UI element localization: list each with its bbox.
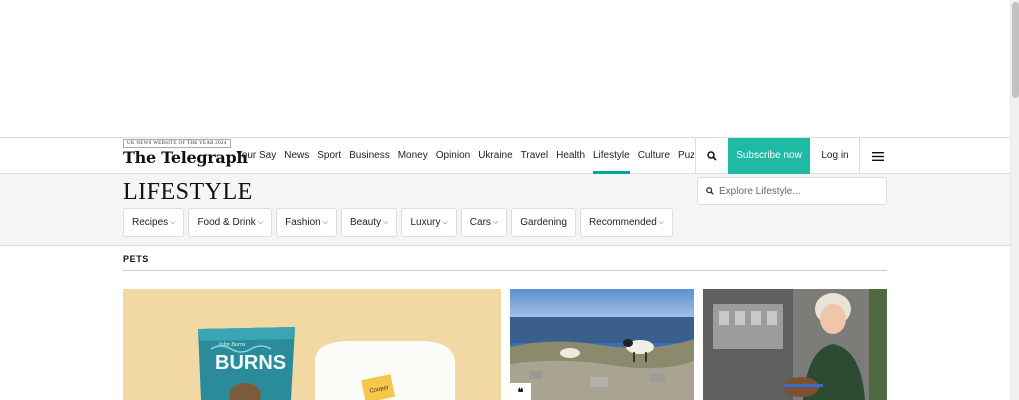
pet-food-illustration: John Burns BURNS Cooper (123, 289, 501, 400)
ad-space (0, 0, 1010, 137)
chevron-down-icon: ⌵ (257, 218, 264, 226)
divider (123, 270, 887, 271)
category-cars[interactable]: Cars ⌵ (460, 208, 508, 237)
category-label: Recipes (132, 217, 169, 228)
pet-food-image[interactable]: John Burns BURNS Cooper (123, 289, 501, 400)
chevron-down-icon: ⌵ (322, 218, 329, 226)
chevron-down-icon: ⌵ (492, 218, 499, 226)
nav-link-opinion[interactable]: Opinion (436, 138, 470, 174)
top-navigation: UK NEWS WEBSITE OF THE YEAR 2024 The Tel… (0, 137, 1010, 174)
category-beauty[interactable]: Beauty ⌵ (341, 208, 398, 237)
login-button[interactable]: Log in (810, 138, 860, 174)
scrollbar[interactable] (1010, 0, 1019, 400)
category-recipes[interactable]: Recipes ⌵ (123, 208, 185, 237)
royal-with-dog-image[interactable] (703, 289, 887, 400)
pets-heading: PETS (123, 254, 149, 264)
scrollbar-thumb[interactable] (1012, 2, 1019, 98)
chevron-down-icon: ⌵ (170, 218, 176, 226)
category-label: Food & Drink (197, 217, 256, 228)
category-label: Luxury (410, 217, 441, 228)
category-nav: Recipes ⌵ Food & Drink ⌵ Fashion ⌵ Beauty ⌵ Luxu… (123, 208, 677, 237)
category-label: Beauty (350, 217, 382, 228)
pack-brand-label: BURNS (215, 352, 286, 374)
category-food-drink[interactable]: Food & Drink ⌵ (188, 208, 273, 237)
chevron-down-icon: ⌵ (658, 218, 665, 226)
nav-link-culture[interactable]: Culture (638, 138, 670, 174)
category-label: Recommended (588, 217, 657, 228)
search-icon (707, 151, 717, 161)
sheep-landscape-image[interactable] (510, 289, 694, 400)
nav-link-business[interactable]: Business (349, 138, 390, 174)
nav-link-health[interactable]: Health (556, 138, 585, 174)
search-button[interactable] (696, 138, 728, 174)
nav-link-money[interactable]: Money (398, 138, 428, 174)
site-logo[interactable]: The Telegraph (123, 148, 248, 167)
nav-link-puzzles[interactable]: Puzzles (678, 138, 694, 174)
nav-link-lifestyle[interactable]: Lifestyle (593, 138, 630, 174)
nav-link-sport[interactable]: Sport (317, 138, 341, 174)
section-title: LIFESTYLE (123, 179, 253, 205)
search-icon (706, 187, 714, 195)
nav-link-news[interactable]: News (284, 138, 309, 174)
pack-brand-sub: John Burns (218, 342, 246, 348)
category-label: Gardening (520, 217, 567, 228)
hamburger-menu-icon (872, 151, 884, 161)
quote-icon: ❝ (510, 383, 531, 400)
category-label: Cars (469, 217, 491, 228)
section-search[interactable] (697, 177, 887, 205)
sheep-illustration (510, 289, 694, 400)
nav-link-travel[interactable]: Travel (521, 138, 548, 174)
search-input[interactable] (719, 185, 879, 197)
chevron-down-icon: ⌵ (383, 218, 389, 226)
category-label: Fashion (285, 217, 321, 228)
nav-link-ukraine[interactable]: Ukraine (478, 138, 512, 174)
category-gardening[interactable]: Gardening (511, 208, 576, 237)
section-header: LIFESTYLE Recipes⌵Food & Drink⌵Fashion⌵B… (0, 174, 1010, 246)
category-recommended[interactable]: Recommended ⌵ (579, 208, 674, 237)
category-luxury[interactable]: Luxury ⌵ (401, 208, 457, 237)
chevron-down-icon: ⌵ (442, 218, 448, 226)
award-badge: UK NEWS WEBSITE OF THE YEAR 2024 (123, 139, 231, 148)
category-fashion[interactable]: Fashion ⌵ (276, 208, 338, 237)
nav-link-your-say[interactable]: Your Say (236, 138, 276, 174)
royal-illustration (703, 289, 887, 400)
subscribe-button[interactable]: Subscribe now (728, 138, 810, 174)
nav-links: Your Say News Sport Business Money Opinion Ukr… (236, 138, 694, 174)
menu-button[interactable] (860, 138, 896, 174)
